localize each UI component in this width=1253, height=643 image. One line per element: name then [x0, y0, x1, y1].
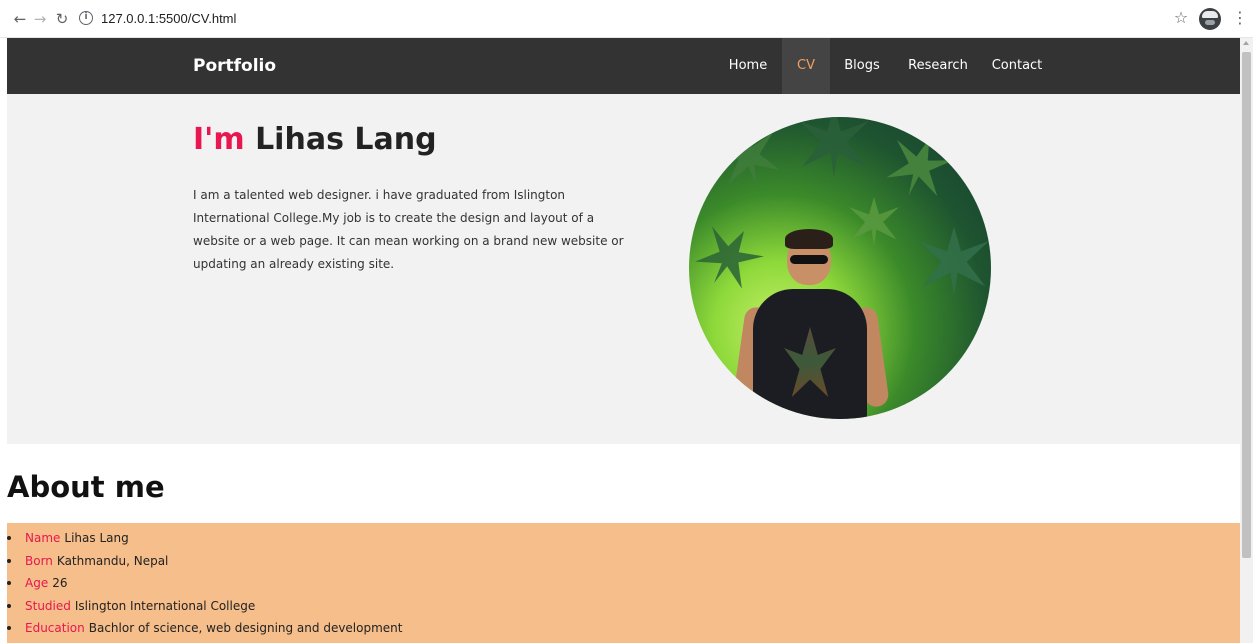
scroll-up-arrow-icon[interactable] [1243, 41, 1249, 45]
profile-avatar-icon[interactable] [1199, 8, 1221, 30]
about-value: Kathmandu, Nepal [56, 553, 169, 568]
leaf-shape [881, 129, 958, 206]
list-item: Name Lihas Lang [7, 527, 402, 550]
address-bar[interactable]: 127.0.0.1:5500/CV.html [101, 10, 236, 28]
site-navbar: Portfolio Home CV Blogs Research Contact [7, 38, 1240, 94]
scrollbar-thumb[interactable] [1242, 52, 1251, 558]
leaf-shape [799, 117, 869, 177]
browser-toolbar: ← → ↻ i 127.0.0.1:5500/CV.html ☆ ⋮ [0, 0, 1253, 38]
list-item: Studied Islington International College [7, 595, 402, 618]
forward-arrow-icon[interactable]: → [30, 9, 50, 29]
person-hair [785, 229, 833, 249]
about-key: Name [25, 531, 61, 545]
hero-title-prefix: I'm [193, 122, 245, 157]
page-scrollbar[interactable] [1240, 38, 1253, 643]
sunglasses [790, 255, 828, 264]
bookmark-star-icon[interactable]: ☆ [1171, 8, 1191, 28]
about-value: 26 [52, 576, 68, 590]
site-info-icon[interactable]: i [79, 11, 93, 25]
nav-link-blogs[interactable]: Blogs [837, 38, 887, 94]
hero-description: I am a talented web designer. i have gra… [193, 188, 624, 271]
leaf-shape [689, 216, 770, 298]
about-value: Bachlor of science, web designing and de… [88, 621, 403, 635]
leaf-shape [849, 197, 899, 247]
list-item: Age 26 [7, 572, 402, 595]
leaf-shape [919, 227, 989, 297]
hero-title-name: Lihas Lang [255, 122, 437, 157]
hero-title: I'm Lihas Lang [193, 122, 437, 157]
back-arrow-icon[interactable]: ← [10, 9, 30, 29]
about-value: Islington International College [74, 598, 256, 613]
about-key: Born [25, 553, 53, 568]
about-heading: About me [7, 470, 165, 504]
nav-link-contact[interactable]: Contact [986, 38, 1048, 94]
brand-logo[interactable]: Portfolio [193, 38, 276, 94]
nav-link-research[interactable]: Research [903, 38, 973, 94]
about-key: Age [25, 576, 49, 590]
about-value: Lihas Lang [64, 531, 129, 545]
leaf-shape [712, 120, 785, 193]
reload-icon[interactable]: ↻ [52, 9, 72, 29]
nav-link-cv[interactable]: CV [782, 38, 830, 94]
list-item: Born Kathmandu, Nepal [7, 550, 402, 573]
browser-menu-icon[interactable]: ⋮ [1232, 8, 1248, 28]
nav-link-home[interactable]: Home [721, 38, 775, 94]
about-key: Studied [25, 598, 71, 613]
about-key: Education [25, 621, 85, 635]
about-list: Name Lihas Lang Born Kathmandu, Nepal Age 2… [7, 527, 402, 640]
hero-section: I'm Lihas Lang I am a talented web desig… [7, 94, 1240, 444]
list-item: Education Bachlor of science, web designi… [7, 617, 402, 640]
profile-photo [689, 117, 991, 419]
about-panel: Name Lihas Lang Born Kathmandu, Nepal Age 2… [7, 523, 1240, 643]
